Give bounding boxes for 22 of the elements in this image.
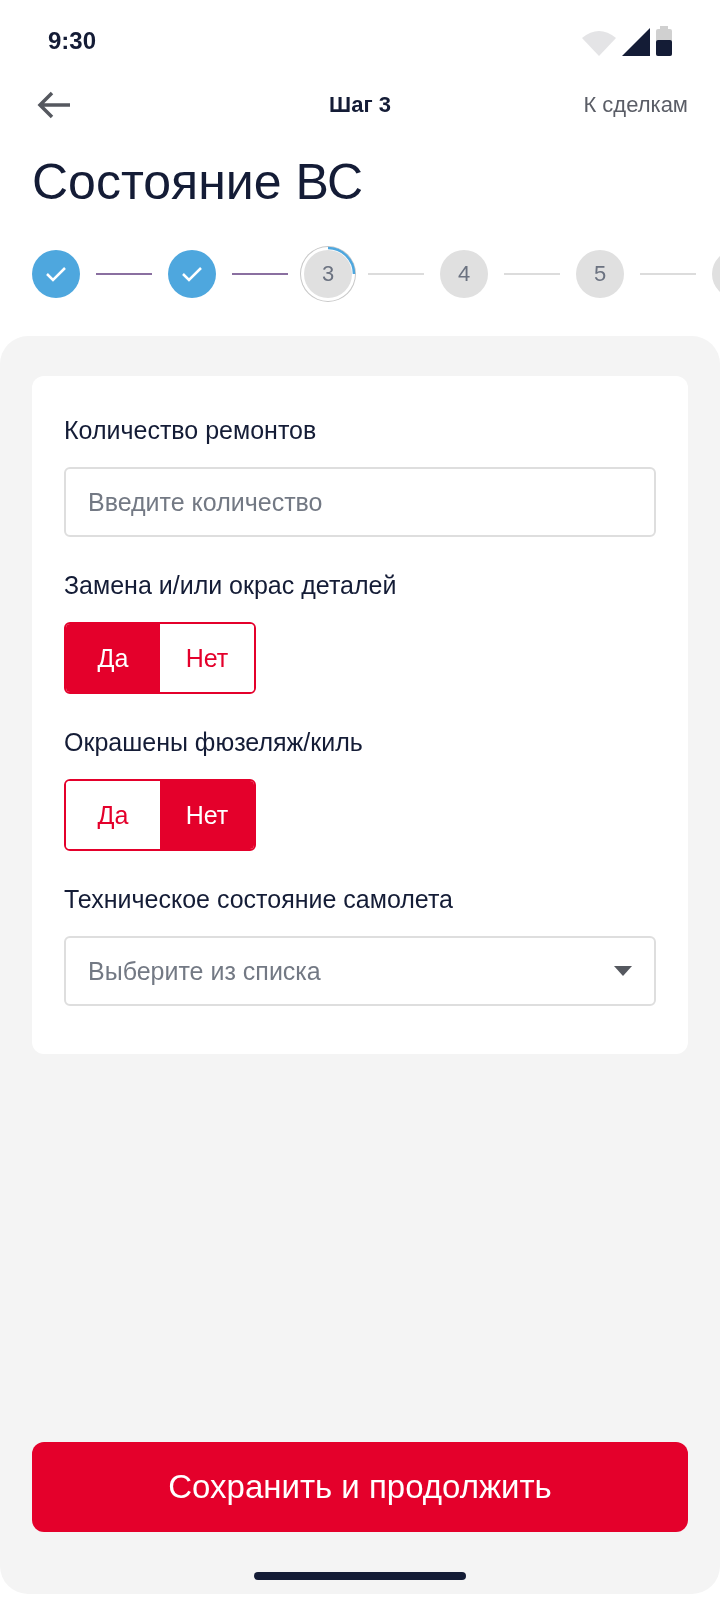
input-field[interactable]: Введите количество <box>64 467 656 537</box>
field-label: Замена и/или окрас деталей <box>64 571 397 600</box>
step-indicator: 4 <box>440 250 488 298</box>
step-title: Шаг 3 <box>329 92 391 117</box>
toggle-option[interactable]: Да <box>66 624 160 692</box>
dropdown-field[interactable]: Выберите из списка <box>64 936 656 1006</box>
field-label: Количество ремонтов <box>64 416 317 445</box>
save-continue-button[interactable]: Сохранить и продолжить <box>32 1442 688 1532</box>
status-time: 9:30 <box>48 27 97 55</box>
toggle-option[interactable]: Нет <box>160 781 254 849</box>
dropdown-caret-icon <box>614 966 632 976</box>
field-label: Техническое состояние самолета <box>64 885 453 914</box>
deals-link[interactable]: К сделкам <box>583 92 688 118</box>
wifi-icon <box>582 30 616 56</box>
step-done-icon <box>168 250 216 298</box>
page-title: Состояние ВС <box>32 153 365 212</box>
step-indicator: 5 <box>576 250 624 298</box>
battery-icon <box>656 26 672 56</box>
step-done-icon <box>32 250 80 298</box>
field-label: Окрашены фюзеляж/киль <box>64 728 363 757</box>
back-button[interactable] <box>36 90 72 120</box>
signal-icon <box>622 28 650 56</box>
